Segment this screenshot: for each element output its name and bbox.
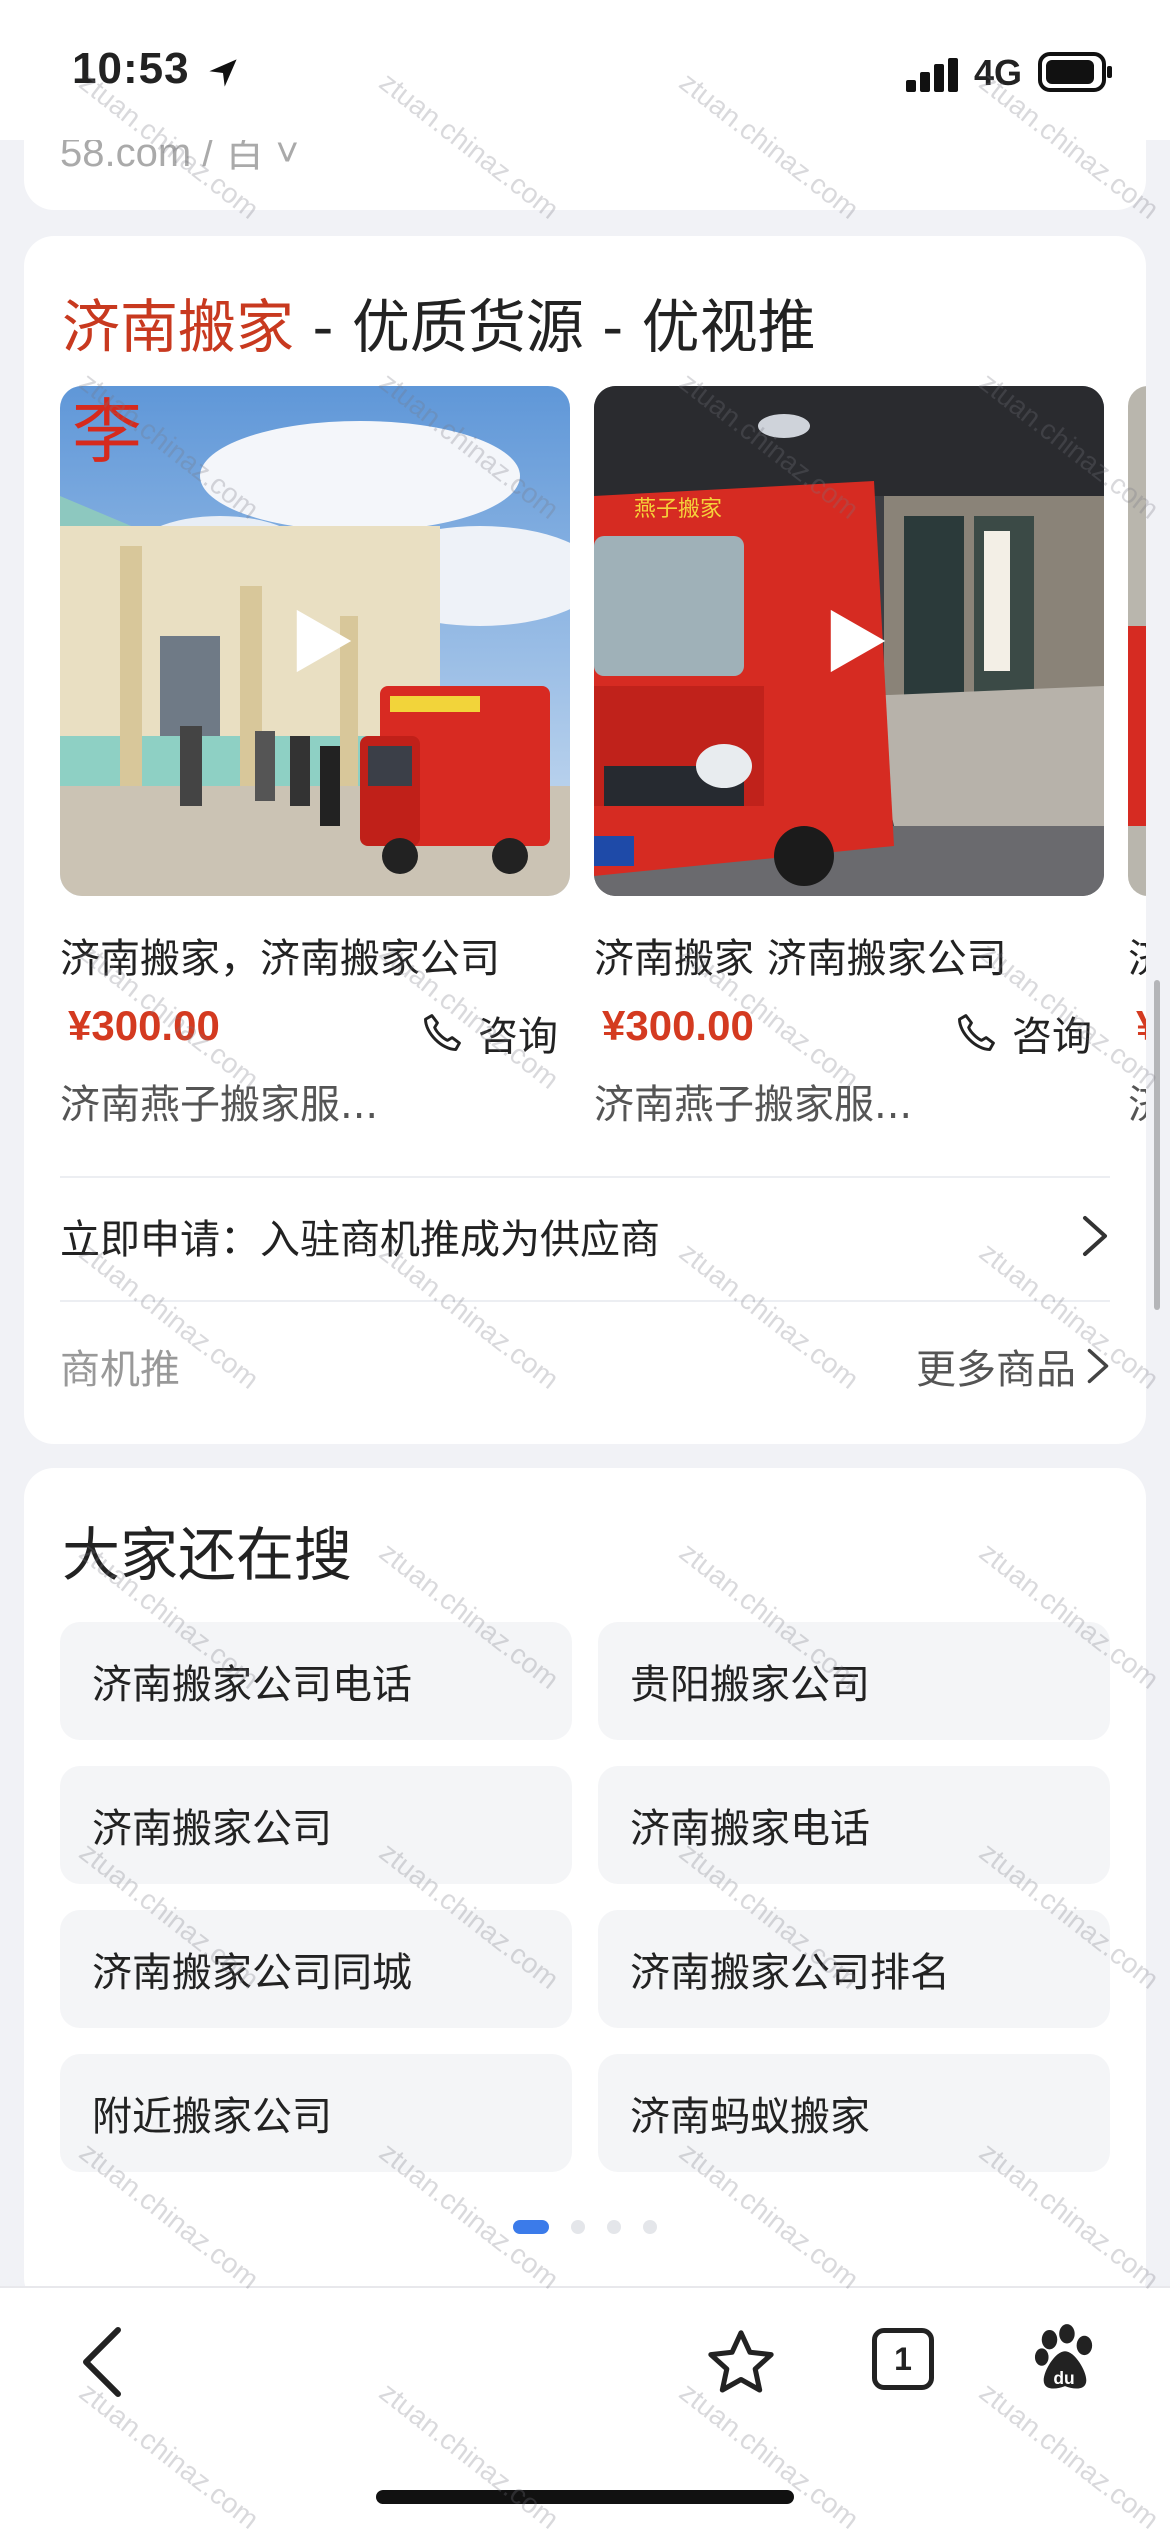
related-search-chip[interactable]: 附近搬家公司 (60, 2054, 572, 2172)
tabs-button[interactable]: 1 (872, 2328, 934, 2390)
product-video-thumbnail[interactable]: 燕子搬家 (594, 386, 1104, 896)
related-search-chip[interactable]: 济南搬家公司电话 (60, 1622, 572, 1740)
product-price: ¥300.00 (602, 1002, 754, 1049)
status-time: 10:53 (72, 44, 190, 93)
play-icon (296, 609, 352, 673)
product-name[interactable]: 济 (1128, 926, 1146, 984)
product-carousel[interactable]: 李 济南搬家，济南搬家公司 ¥300.00 咨询 济南燕子搬家服... 燕子搬家… (60, 386, 1146, 1128)
product-recommendation-card: 济南搬家 - 优质货源 - 优视推 李 济南搬家，济南搬家公司 ¥300.00 … (24, 236, 1146, 1444)
price-row: ¥300.00 咨询 (594, 996, 1104, 1066)
related-search-chip[interactable]: 贵阳搬家公司 (598, 1622, 1110, 1740)
bookmark-star-icon[interactable] (706, 2328, 776, 2396)
home-indicator (376, 2490, 794, 2504)
card-title-rest: - 优质货源 - 优视推 (294, 293, 816, 361)
phone-icon (424, 1014, 461, 1051)
shop-name: 济南燕子搬家服... (594, 1082, 913, 1128)
more-products-link[interactable]: 更多商品 (916, 1337, 1110, 1395)
play-icon (830, 609, 886, 673)
baidu-paw-icon[interactable]: du (1034, 2324, 1096, 2394)
consult-button[interactable]: 咨询 (954, 1004, 1092, 1062)
brand-label: 商机推 (60, 1347, 180, 1393)
scrollbar[interactable] (1154, 980, 1160, 1310)
more-products-label: 更多商品 (916, 1347, 1076, 1393)
page-dot (571, 2220, 585, 2234)
location-arrow-icon (209, 59, 237, 87)
phone-icon (958, 1014, 995, 1051)
product-price: ¥300.00 (68, 1002, 220, 1049)
product-photo (1128, 386, 1146, 896)
related-search-chip[interactable]: 济南搬家电话 (598, 1766, 1110, 1884)
apply-supplier-text: 立即申请：入驻商机推成为供应商 (60, 1217, 660, 1263)
page-indicator (24, 2220, 1146, 2234)
product-name[interactable]: 济南搬家 济南搬家公司 (594, 926, 1104, 984)
consult-label: 咨询 (1012, 1014, 1092, 1060)
product-video-thumbnail[interactable] (1128, 386, 1146, 896)
chevron-right-icon (1083, 1216, 1107, 1256)
related-search-card: 大家还在搜 济南搬家公司电话 贵阳搬家公司 济南搬家公司 济南搬家电话 济南搬家… (24, 1468, 1146, 2308)
chevron-right-icon (1087, 1348, 1109, 1384)
consult-button[interactable]: 咨询 (420, 1004, 558, 1062)
product-video-thumbnail[interactable]: 李 (60, 386, 570, 896)
related-search-grid: 济南搬家公司电话 贵阳搬家公司 济南搬家公司 济南搬家电话 济南搬家公司同城 济… (60, 1622, 1112, 2172)
price-row: ¥300.00 咨询 (60, 996, 570, 1066)
signal-bars-icon (906, 58, 958, 92)
related-search-chip[interactable]: 济南蚂蚁搬家 (598, 2054, 1110, 2172)
consult-label: 咨询 (478, 1014, 558, 1060)
status-bar: 10:53 4G (0, 0, 1170, 140)
battery-icon (1038, 52, 1112, 92)
product-name[interactable]: 济南搬家，济南搬家公司 (60, 926, 570, 984)
page-dot (643, 2220, 657, 2234)
product-item[interactable]: 济 ¥ 济 (1128, 386, 1146, 1130)
shop-name: 济南燕子搬家服... (60, 1082, 379, 1128)
related-search-title: 大家还在搜 (62, 1521, 353, 1589)
card-title-keyword: 济南搬家 (62, 293, 295, 361)
svg-text:李: 李 (72, 391, 142, 473)
divider (60, 1300, 1110, 1302)
network-type: 4G (974, 52, 1023, 93)
page-dot-active (513, 2220, 549, 2234)
related-search-chip[interactable]: 济南搬家公司 (60, 1766, 572, 1884)
svg-text:燕子搬家: 燕子搬家 (634, 497, 722, 522)
price-row: ¥ (1128, 996, 1146, 1066)
apply-supplier-link[interactable]: 立即申请：入驻商机推成为供应商 (60, 1176, 1110, 1296)
svg-text:du: du (1053, 2368, 1074, 2388)
shop-name: 济 (1128, 1072, 1146, 1130)
back-icon[interactable] (80, 2324, 124, 2400)
card-footer: 商机推 更多商品 (60, 1306, 1110, 1426)
related-search-chip[interactable]: 济南搬家公司同城 (60, 1910, 572, 2028)
product-item[interactable]: 燕子搬家 济南搬家 济南搬家公司 ¥300.00 咨询 济南燕子搬家服... (594, 386, 1104, 1130)
related-search-chip[interactable]: 济南搬家公司排名 (598, 1910, 1110, 2028)
product-price: ¥ (1136, 1002, 1146, 1050)
card-title[interactable]: 济南搬家 - 优质货源 - 优视推 (62, 280, 816, 364)
product-item[interactable]: 李 济南搬家，济南搬家公司 ¥300.00 咨询 济南燕子搬家服... (60, 386, 570, 1130)
page-dot (607, 2220, 621, 2234)
